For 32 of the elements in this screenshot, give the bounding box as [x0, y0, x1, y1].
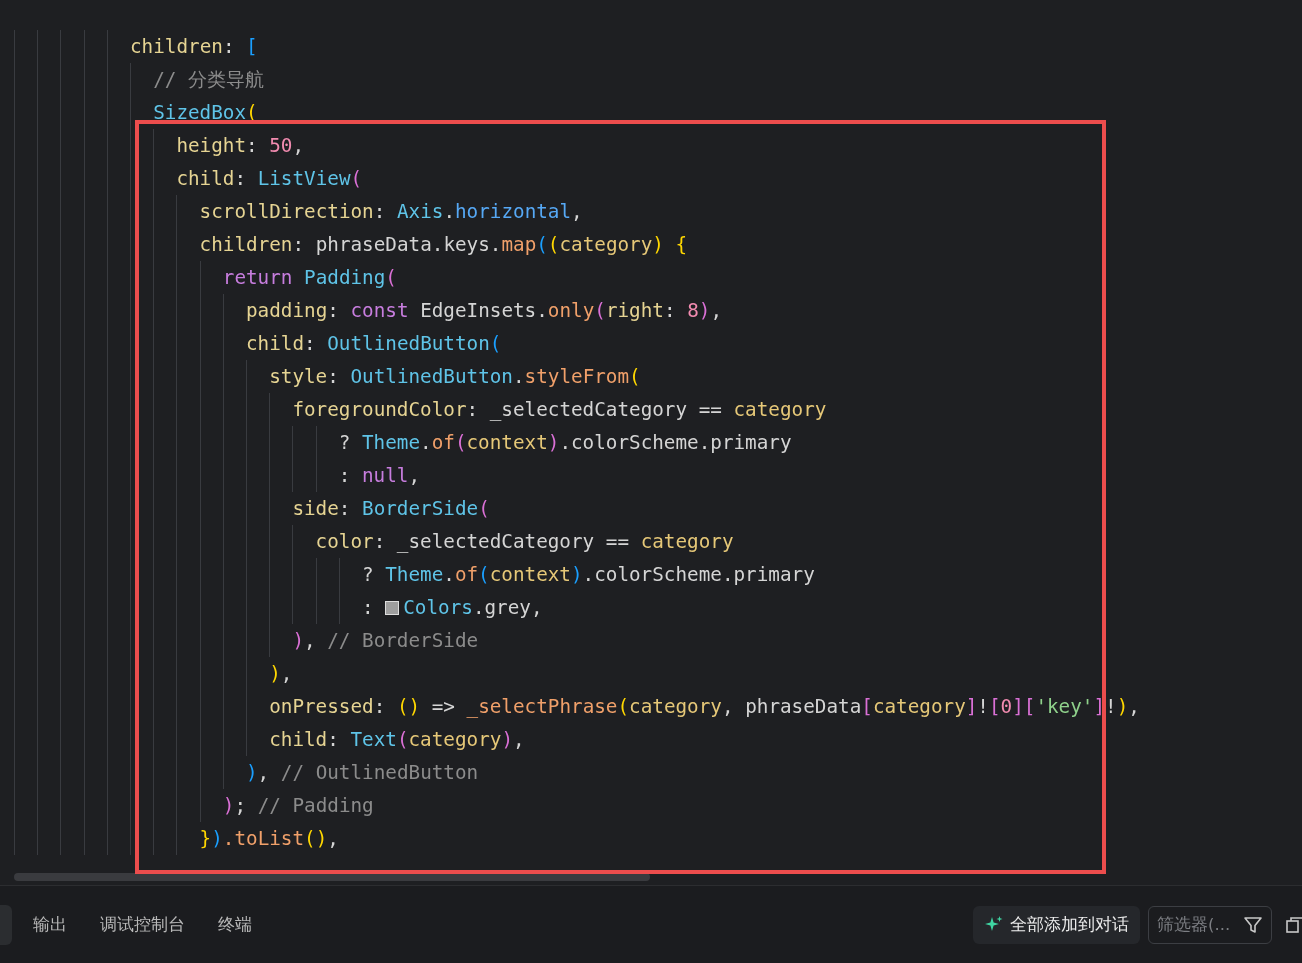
code-line: padding: const EdgeInsets.only(right: 8), — [246, 299, 722, 322]
code-line: onPressed: () => _selectPhrase(category, phraseData[category]![0]['key']!), — [269, 695, 1140, 718]
restore-icon[interactable] — [1286, 915, 1302, 934]
code-line: scrollDirection: Axis.horizontal, — [199, 200, 583, 223]
code-line: color: _selectedCategory == category — [315, 530, 734, 553]
add-all-to-chat-button[interactable]: 全部添加到对话 — [973, 905, 1140, 944]
code-line: children: [ — [130, 35, 258, 58]
code-line: foregroundColor: _selectedCategory == category — [292, 398, 827, 421]
code-line: }).toList(), — [199, 827, 339, 850]
code-line: child: Text(category), — [269, 728, 525, 751]
code-line: children: phraseData.keys.map((category) { — [199, 233, 688, 256]
code-line: : null, — [338, 464, 421, 487]
filter-field[interactable]: 筛选器(... — [1148, 905, 1272, 944]
panel-tab[interactable]: 调试控制台 — [100, 913, 185, 936]
filter-icon — [1243, 914, 1263, 935]
code-line: side: BorderSide( — [292, 497, 490, 520]
code-line: child: OutlinedButton( — [246, 332, 502, 355]
code-line: // 分类导航 — [153, 67, 264, 93]
code-line: return Padding( — [222, 266, 397, 289]
code-line: ); // Padding — [222, 794, 374, 817]
code-line: height: 50, — [176, 134, 305, 157]
code-line: ? Theme.of(context).colorScheme.primary — [338, 431, 792, 454]
code-line: ? Theme.of(context).colorScheme.primary — [362, 563, 815, 586]
code-line: child: ListView( — [176, 167, 363, 190]
panel-tab[interactable]: 输出 — [33, 913, 67, 936]
code-line: style: OutlinedButton.styleFrom( — [269, 365, 641, 388]
panel-tab[interactable]: 终端 — [218, 913, 252, 936]
code-line: ), — [269, 662, 293, 685]
code-line: ), // OutlinedButton — [246, 761, 479, 784]
horizontal-scrollbar[interactable] — [14, 873, 650, 881]
code-line: : Colors.grey, — [362, 596, 543, 619]
code-line: ), // BorderSide — [292, 629, 479, 652]
